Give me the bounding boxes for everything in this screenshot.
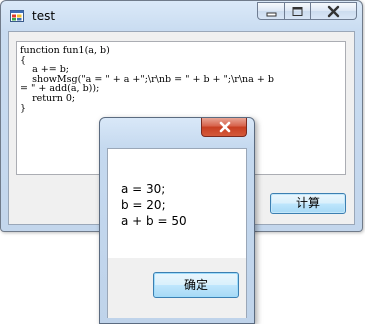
message-line: a + b = 50 [121,214,187,228]
minimize-icon [266,12,277,17]
message-box: a = 30; b = 20; a + b = 50 确定 [99,117,255,324]
message-box-body: a = 30; b = 20; a + b = 50 确定 [107,148,247,318]
message-line: a = 30; [121,182,166,196]
desktop: test function fun1(a, b) {a += b; showM… [0,0,365,324]
ok-button[interactable]: 确定 [153,272,239,298]
close-button[interactable] [311,2,357,20]
window-title: test [32,9,56,23]
maximize-icon [292,7,303,16]
maximize-button[interactable] [285,2,311,20]
close-icon [327,5,340,18]
minimize-button[interactable] [257,2,285,20]
message-box-footer: 确定 [108,258,246,318]
code-line: } [20,102,27,114]
caption-buttons [257,2,357,21]
main-title-bar[interactable]: test [1,1,362,31]
code-line: return 0; [20,92,76,104]
calculate-button[interactable]: 计算 [270,193,346,214]
message-line: b = 20; [121,198,166,212]
code-line: function fun1(a, b) [20,45,110,56]
windows-form-app-icon [10,9,24,23]
close-icon [219,121,231,133]
message-box-close-button[interactable] [201,118,247,137]
message-text: a = 30; b = 20; a + b = 50 [121,181,187,229]
